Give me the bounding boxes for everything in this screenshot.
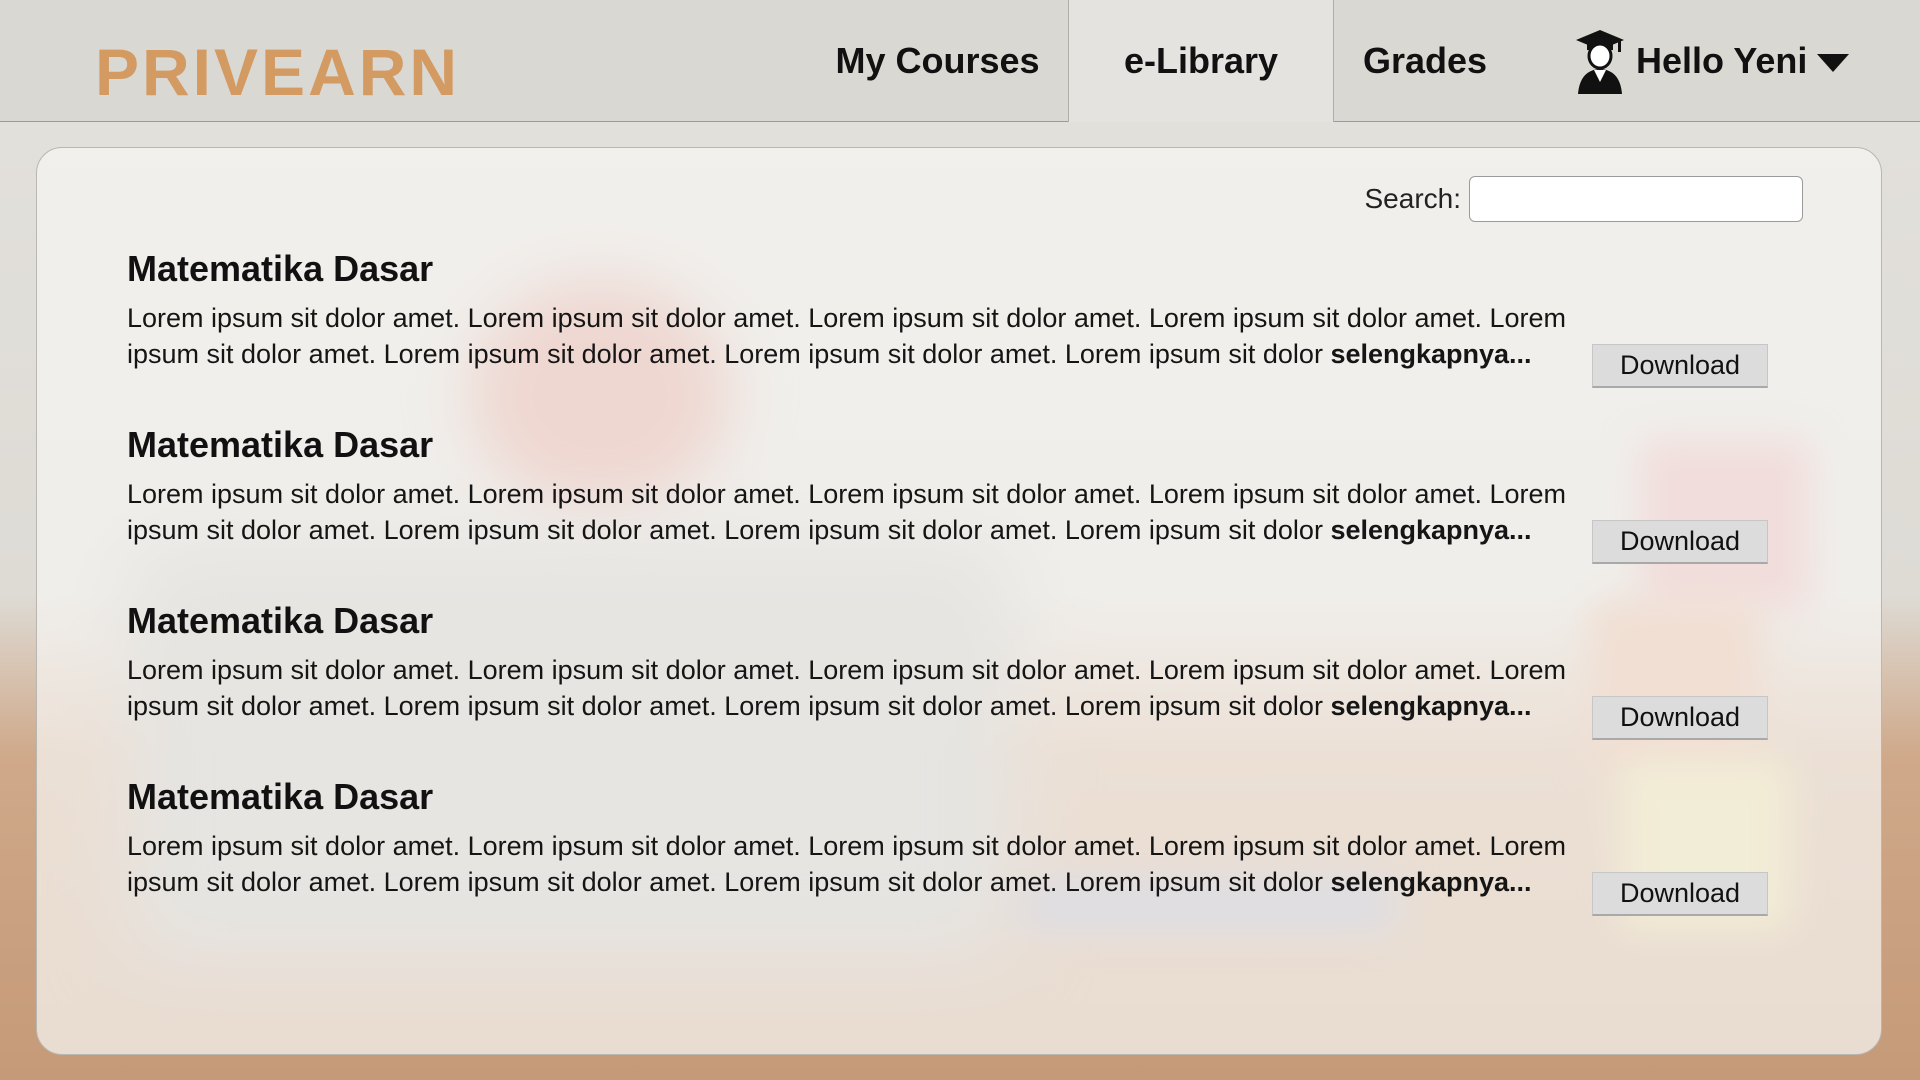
search-bar: Search: [1364,176,1803,222]
library-item: Matematika Dasar Lorem ipsum sit dolor a… [127,600,1807,776]
download-button[interactable]: Download [1592,872,1768,916]
library-item: Matematika Dasar Lorem ipsum sit dolor a… [127,776,1807,952]
download-button[interactable]: Download [1592,520,1768,564]
nav-grades[interactable]: Grades [1334,0,1516,122]
library-item: Matematika Dasar Lorem ipsum sit dolor a… [127,424,1807,600]
item-title: Matematika Dasar [127,600,434,641]
graduate-avatar-icon [1570,26,1630,96]
search-label: Search: [1364,183,1462,214]
item-title: Matematika Dasar [127,248,434,289]
read-more-link[interactable]: selengkapnya... [1330,867,1531,897]
read-more-link[interactable]: selengkapnya... [1330,339,1531,369]
caret-down-icon[interactable] [1817,54,1850,72]
item-description: Lorem ipsum sit dolor amet. Lorem ipsum … [127,828,1577,900]
library-list: Matematika Dasar Lorem ipsum sit dolor a… [127,248,1807,952]
nav-my-courses[interactable]: My Courses [810,0,1065,122]
read-more-link[interactable]: selengkapnya... [1330,691,1531,721]
item-title: Matematika Dasar [127,424,434,465]
nav-e-library[interactable]: e-Library [1068,0,1334,122]
item-description: Lorem ipsum sit dolor amet. Lorem ipsum … [127,476,1577,548]
item-description: Lorem ipsum sit dolor amet. Lorem ipsum … [127,652,1577,724]
search-input[interactable] [1469,176,1803,222]
user-greeting: Hello Yeni [1636,40,1808,81]
library-item: Matematika Dasar Lorem ipsum sit dolor a… [127,248,1807,424]
user-menu[interactable]: Hello Yeni [1570,0,1850,122]
library-panel: Search: Matematika Dasar Lorem ipsum sit… [36,147,1882,1055]
top-navbar: PRIVEARN My Courses e-Library Grades Hel… [0,0,1920,122]
read-more-link[interactable]: selengkapnya... [1330,515,1531,545]
item-description: Lorem ipsum sit dolor amet. Lorem ipsum … [127,300,1577,372]
item-title: Matematika Dasar [127,776,434,817]
download-button[interactable]: Download [1592,696,1768,740]
brand-logo[interactable]: PRIVEARN [95,34,460,110]
download-button[interactable]: Download [1592,344,1768,388]
